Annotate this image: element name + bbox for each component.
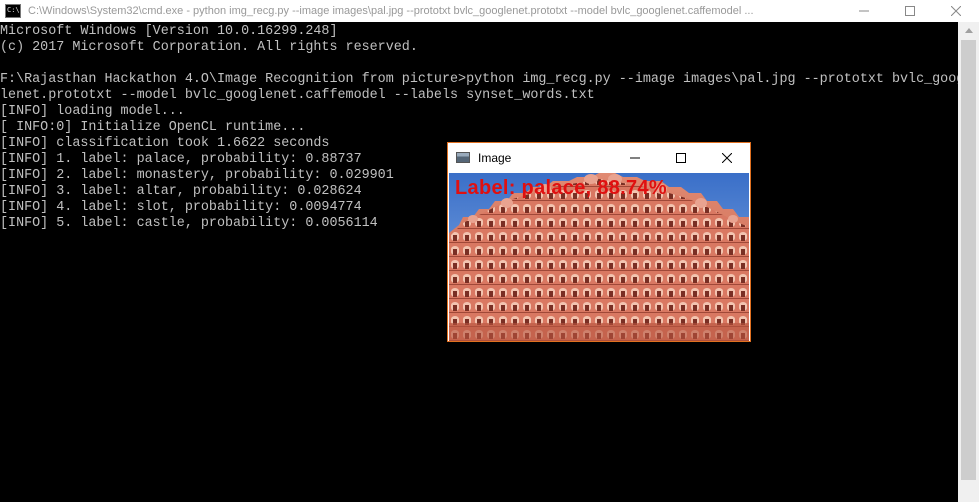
console-scrollbar[interactable] [958,22,979,502]
image-window-icon [456,152,470,163]
minimize-icon [630,157,640,158]
console-line: F:\Rajasthan Hackathon 4.O\Image Recogni… [0,72,973,87]
console-line: (c) 2017 Microsoft Corporation. All righ… [0,40,418,55]
scrollbar-thumb[interactable] [961,40,976,480]
console-line: Microsoft Windows [Version 10.0.16299.24… [0,24,338,39]
image-maximize-button[interactable] [658,143,704,172]
console-line: [INFO] 1. label: palace, probability: 0.… [0,152,362,167]
palace-photo: Label: palace, 88.74% [449,173,749,341]
maximize-icon [676,152,686,163]
console-line: [INFO] 5. label: castle, probability: 0.… [0,216,378,231]
cmd-title-bar[interactable]: C:\Windows\System32\cmd.exe - python img… [0,0,979,22]
image-minimize-button[interactable] [612,143,658,172]
image-window-title: Image [478,150,512,165]
console-line: [INFO] 4. label: slot, probability: 0.00… [0,200,362,215]
maximize-icon [905,6,915,16]
chevron-up-icon [964,28,973,33]
console-line: [INFO] classification took 1.6622 second… [0,136,330,151]
cmd-maximize-button[interactable] [887,0,933,22]
classification-overlay-label: Label: palace, 88.74% [455,177,667,199]
cmd-app-icon [5,4,21,18]
scroll-up-button[interactable] [958,22,979,39]
close-icon [722,152,732,163]
console-line: lenet.prototxt --model bvlc_googlenet.ca… [0,88,595,103]
console-line: [ INFO:0] Initialize OpenCL runtime... [0,120,306,135]
image-close-button[interactable] [704,143,750,172]
cmd-window-controls [841,0,979,22]
cmd-close-button[interactable] [933,0,979,22]
close-icon [951,6,961,16]
console-line: [INFO] 2. label: monastery, probability:… [0,168,394,183]
minimize-icon [859,10,869,12]
console-line: [INFO] loading model... [0,104,185,119]
image-window[interactable]: Image Label: palace, 88.74% [447,142,751,342]
console-line: [INFO] 3. label: altar, probability: 0.0… [0,184,362,199]
image-window-controls [612,143,750,172]
cmd-window-title: C:\Windows\System32\cmd.exe - python img… [28,5,754,17]
image-window-title-bar[interactable]: Image [448,143,750,172]
cmd-minimize-button[interactable] [841,0,887,22]
